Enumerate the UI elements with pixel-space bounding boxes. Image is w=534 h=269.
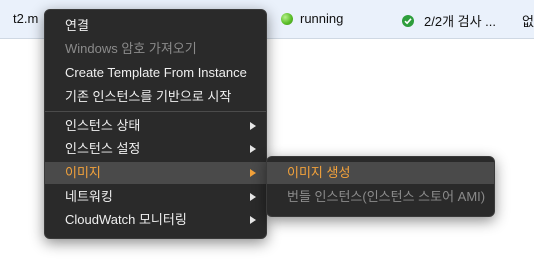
status-check-label: 2/2개 검사 ... — [424, 14, 497, 29]
menu-item-networking-label: 네트워킹 — [65, 189, 113, 204]
chevron-right-icon — [250, 122, 256, 130]
instance-state-label: running — [300, 11, 344, 26]
menu-separator — [45, 111, 266, 112]
instance-state-cell: running — [281, 11, 343, 26]
status-check-cell: 2/2개 검사 ... — [402, 11, 496, 30]
menu-item-create-template[interactable]: Create Template From Instance — [45, 62, 266, 84]
submenu-item-create-image-label: 이미지 생성 — [287, 165, 351, 180]
menu-item-instance-state-label: 인스턴스 상태 — [65, 118, 141, 133]
menu-item-launch-more-like-this[interactable]: 기존 인스턴스를 기반으로 시작 — [45, 86, 266, 108]
running-status-icon — [281, 12, 293, 25]
chevron-right-icon — [250, 145, 256, 153]
menu-item-get-windows-password-label: Windows 암호 가져오기 — [65, 41, 197, 56]
submenu-item-bundle-instance-label: 번들 인스턴스(인스턴스 스토어 AMI) — [287, 189, 486, 204]
menu-item-connect[interactable]: 연결 — [45, 15, 266, 37]
chevron-right-icon — [250, 216, 256, 224]
menu-item-instance-settings[interactable]: 인스턴스 설정 — [45, 138, 266, 160]
menu-item-get-windows-password: Windows 암호 가져오기 — [45, 38, 266, 60]
menu-item-connect-label: 연결 — [65, 18, 89, 33]
check-ok-icon — [402, 14, 414, 27]
menu-item-create-template-label: Create Template From Instance — [65, 65, 247, 80]
menu-item-cloudwatch-monitoring[interactable]: CloudWatch 모니터링 — [45, 209, 266, 231]
image-submenu: 이미지 생성 번들 인스턴스(인스턴스 스토어 AMI) — [266, 156, 495, 217]
instance-type-cell: t2.m — [13, 11, 39, 26]
submenu-item-bundle-instance: 번들 인스턴스(인스턴스 스토어 AMI) — [267, 186, 494, 208]
chevron-right-icon — [250, 193, 256, 201]
alarm-status-cell: 없 — [522, 14, 534, 29]
instance-actions-context-menu: 연결 Windows 암호 가져오기 Create Template From … — [44, 9, 267, 239]
menu-item-image[interactable]: 이미지 — [45, 162, 266, 184]
menu-item-launch-more-like-this-label: 기존 인스턴스를 기반으로 시작 — [65, 89, 232, 104]
submenu-item-create-image[interactable]: 이미지 생성 — [267, 162, 494, 184]
menu-item-instance-settings-label: 인스턴스 설정 — [65, 141, 141, 156]
chevron-right-icon — [250, 169, 256, 177]
menu-item-networking[interactable]: 네트워킹 — [45, 186, 266, 208]
menu-item-image-label: 이미지 — [65, 165, 101, 180]
menu-item-cloudwatch-monitoring-label: CloudWatch 모니터링 — [65, 212, 187, 227]
menu-item-instance-state[interactable]: 인스턴스 상태 — [45, 115, 266, 137]
